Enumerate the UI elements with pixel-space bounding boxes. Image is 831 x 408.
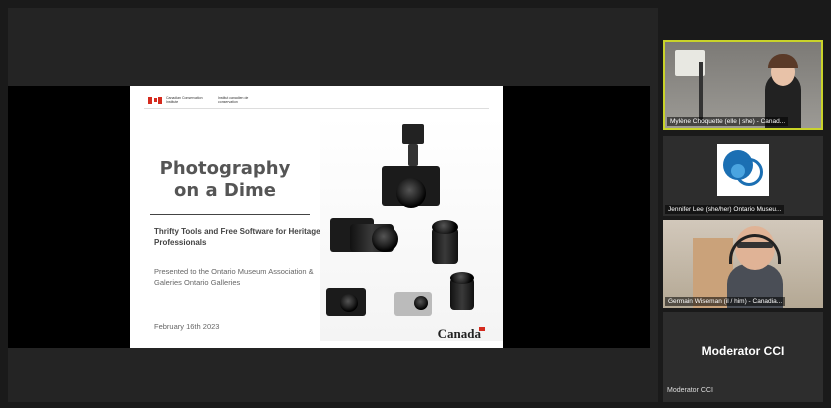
canada-wordmark: Canada (438, 326, 485, 342)
participant-name: Mylène Choquette (elle | she) - Canad... (667, 117, 789, 126)
shared-slide: Canadian Conservation Institute Institut… (130, 86, 503, 348)
participant-display-name: Moderator CCI (701, 344, 785, 358)
participant-name: Moderator CCI (667, 387, 713, 394)
participant-name: Jennifer Lee (she/her) Ontario Museu... (665, 205, 785, 214)
flash-icon (402, 124, 424, 144)
header-divider (144, 108, 489, 109)
participant-video (665, 42, 821, 128)
agency-name-fr: Institut canadien de conservation (218, 96, 249, 104)
participant-tile-1[interactable]: Mylène Choquette (elle | she) - Canad... (663, 40, 823, 130)
canada-flag-icon (148, 96, 162, 104)
slide-title: Photography on a Dime (130, 158, 320, 202)
participant-name: Germain Wiseman (il / him) - Canadia... (665, 297, 786, 306)
cci-logo-icon (717, 144, 769, 196)
participant-tile-2[interactable]: Jennifer Lee (she/her) Ontario Museu... (663, 136, 823, 216)
agency-name-en: Canadian Conservation Institute (166, 96, 203, 104)
slide-presented-to: Presented to the Ontario Museum Associat… (154, 267, 314, 287)
slide-subtitle: Thrifty Tools and Free Software for Heri… (154, 227, 321, 247)
slide-header: Canadian Conservation Institute Institut… (148, 94, 266, 106)
title-divider (150, 214, 310, 215)
slide-title-line2: on a Dime (174, 180, 276, 201)
participant-tile-4[interactable]: Moderator CCI Moderator CCI (663, 312, 823, 402)
cameras-photo (320, 116, 503, 341)
participant-video (663, 220, 823, 308)
slide-title-line1: Photography (159, 158, 291, 179)
slide-date: February 16th 2023 (154, 322, 220, 331)
participant-tile-3[interactable]: Germain Wiseman (il / him) - Canadia... (663, 220, 823, 308)
